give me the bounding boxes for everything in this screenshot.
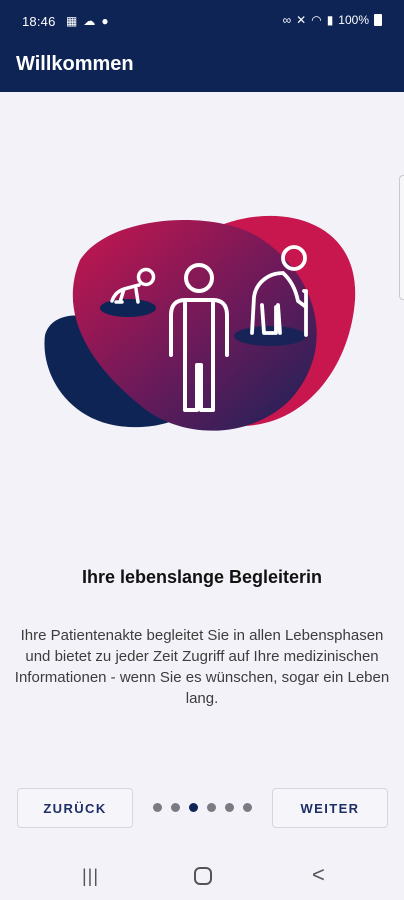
calendar-icon: ▦ <box>66 14 78 28</box>
mute-icon: ✕ <box>296 13 307 27</box>
page-indicator <box>153 803 252 812</box>
page-title: Willkommen <box>16 53 134 75</box>
page-dot-4[interactable] <box>207 803 216 812</box>
back-nav-icon[interactable]: < <box>312 862 325 888</box>
recents-icon[interactable]: ||| <box>82 866 99 887</box>
page-dot-2[interactable] <box>171 803 180 812</box>
signal-icon: ▮ <box>326 13 334 27</box>
system-nav-bar: ||| < <box>0 850 404 900</box>
onboarding-body: Ihre Patientenakte begleitet Sie in alle… <box>14 627 390 707</box>
status-bar: 18:46 ▦ ☁ ● ∞ ✕ ◠ ▮ 100% <box>0 0 404 44</box>
pin-icon: ● <box>101 14 109 28</box>
status-time: 18:46 <box>22 14 56 29</box>
link-icon: ∞ <box>282 13 292 27</box>
side-scroll-handle[interactable] <box>399 175 404 300</box>
onboarding-heading: Ihre lebenslange Begleiterin <box>81 567 323 587</box>
wifi-icon: ◠ <box>311 13 322 27</box>
home-icon[interactable] <box>194 867 212 885</box>
life-stages-illustration <box>44 215 356 431</box>
page-dot-1[interactable] <box>153 803 162 812</box>
app-bar: Willkommen <box>0 44 404 92</box>
next-button[interactable]: WEITER <box>272 788 388 828</box>
page-dot-6[interactable] <box>243 803 252 812</box>
back-button[interactable]: ZURÜCK <box>17 788 133 828</box>
page-dot-5[interactable] <box>225 803 234 812</box>
cloud-icon: ☁ <box>83 14 96 28</box>
battery-level: 100% <box>338 13 369 27</box>
battery-icon <box>374 14 382 26</box>
page-dot-3-active[interactable] <box>189 803 198 812</box>
